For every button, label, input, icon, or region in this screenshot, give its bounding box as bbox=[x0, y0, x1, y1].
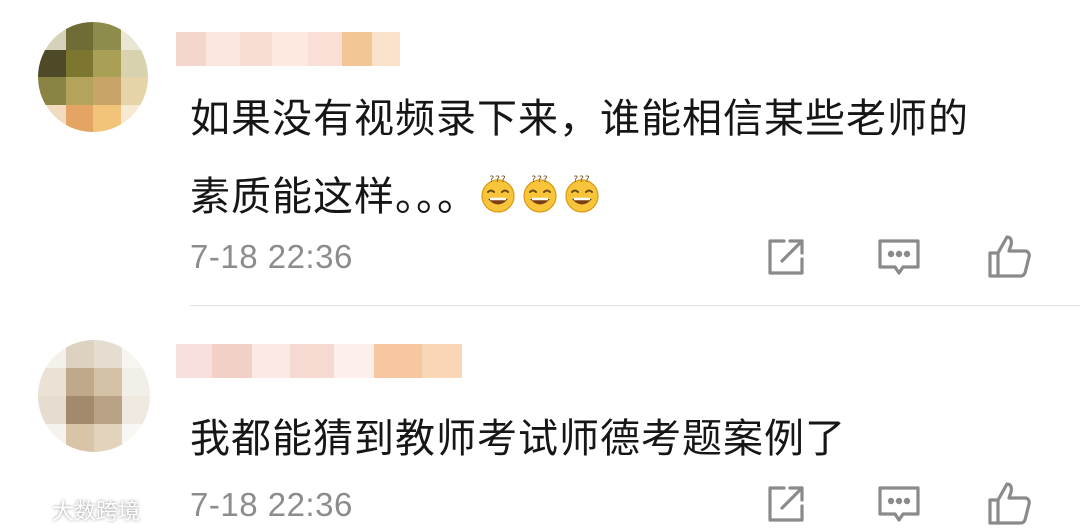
avatar-pixel bbox=[94, 340, 122, 368]
avatar-pixel bbox=[93, 104, 121, 132]
avatar-pixel bbox=[122, 340, 150, 368]
comment-button[interactable] bbox=[875, 233, 923, 281]
username-pixel bbox=[422, 344, 462, 378]
avatar-pixel bbox=[122, 424, 150, 452]
comment-text: 我都能猜到教师考试师德考题案例了 bbox=[190, 400, 1060, 478]
avatar-pixel bbox=[120, 22, 148, 50]
username-pixel bbox=[334, 344, 374, 378]
comment-timestamp: 7-18 22:36 bbox=[190, 238, 353, 275]
avatar-pixel bbox=[65, 77, 93, 105]
avatar[interactable] bbox=[38, 22, 148, 132]
avatar-pixel bbox=[66, 340, 94, 368]
username-pixel bbox=[308, 32, 342, 66]
comment-text-line: 我都能猜到教师考试师德考题案例了 bbox=[190, 416, 846, 462]
svg-text:???: ??? bbox=[531, 175, 548, 185]
svg-text:???: ??? bbox=[573, 175, 590, 185]
share-icon bbox=[768, 486, 804, 522]
avatar-pixel bbox=[38, 368, 66, 396]
comment-timestamp: 7-18 22:36 bbox=[190, 486, 353, 523]
avatar-pixel bbox=[94, 368, 122, 396]
avatar-pixel bbox=[93, 77, 121, 105]
comment-icon bbox=[878, 486, 920, 522]
comment-button[interactable] bbox=[875, 480, 923, 528]
comment-item: 如果没有视频录下来，谁能相信某些老师的 素质能这样。。。 ??? ??? ???… bbox=[0, 0, 1080, 306]
sweat-smile-emoji: ??? bbox=[478, 162, 518, 213]
comment-text: 如果没有视频录下来，谁能相信某些老师的 素质能这样。。。 ??? ??? ??? bbox=[190, 80, 1060, 236]
avatar-pixel bbox=[38, 424, 66, 452]
thumbs-up-icon bbox=[988, 482, 1031, 525]
watermark-text: 大数跨境 bbox=[52, 500, 141, 525]
username-pixel bbox=[252, 344, 290, 378]
avatar-pixel bbox=[65, 49, 93, 77]
share-icon bbox=[768, 239, 804, 275]
avatar-pixel bbox=[94, 396, 122, 424]
watermark-logo-icon bbox=[7, 501, 47, 521]
username-pixel bbox=[342, 32, 372, 66]
thumbs-up-icon bbox=[988, 235, 1031, 278]
username-pixel bbox=[212, 344, 252, 378]
avatar-pixel bbox=[93, 49, 121, 77]
like-button[interactable] bbox=[986, 233, 1034, 281]
username-blurred[interactable] bbox=[176, 32, 400, 66]
avatar-pixel bbox=[38, 77, 66, 105]
avatar-pixel bbox=[66, 368, 94, 396]
avatar-pixel bbox=[93, 22, 121, 50]
avatar-pixel bbox=[38, 340, 66, 368]
username-pixel bbox=[176, 32, 206, 66]
avatar-pixel bbox=[65, 22, 93, 50]
username-pixel bbox=[290, 344, 334, 378]
avatar-pixel bbox=[38, 22, 66, 50]
comment-text-line: 如果没有视频录下来，谁能相信某些老师的 bbox=[190, 96, 969, 142]
comment-icon bbox=[878, 239, 920, 275]
avatar-pixel bbox=[38, 396, 66, 424]
avatar[interactable] bbox=[38, 340, 150, 452]
avatar-pixel bbox=[66, 424, 94, 452]
avatar-pixel bbox=[120, 104, 148, 132]
comment-text-line-2: 素质能这样。。。 ??? ??? ??? bbox=[190, 158, 1060, 236]
avatar-pixel bbox=[65, 104, 93, 132]
svg-text:???: ??? bbox=[489, 175, 506, 185]
username-pixel bbox=[372, 32, 400, 66]
username-pixel bbox=[176, 344, 212, 378]
sweat-smile-emoji: ??? bbox=[562, 162, 602, 213]
avatar-pixel bbox=[94, 424, 122, 452]
share-button[interactable] bbox=[762, 480, 810, 528]
username-pixel bbox=[240, 32, 272, 66]
like-button[interactable] bbox=[986, 480, 1034, 528]
username-pixel bbox=[272, 32, 308, 66]
comment-item: 我都能猜到教师考试师德考题案例了 7-18 22:36 bbox=[0, 306, 1080, 532]
avatar-pixel bbox=[122, 368, 150, 396]
share-button[interactable] bbox=[762, 233, 810, 281]
comment-text-line-part: 素质能这样。。。 bbox=[190, 174, 478, 220]
avatar-pixel bbox=[122, 396, 150, 424]
avatar-pixel bbox=[38, 49, 66, 77]
avatar-pixel bbox=[38, 104, 66, 132]
watermark: 大数跨境 bbox=[4, 494, 140, 526]
avatar-pixel bbox=[120, 77, 148, 105]
username-blurred[interactable] bbox=[176, 344, 462, 378]
username-pixel bbox=[206, 32, 240, 66]
sweat-smile-emoji: ??? bbox=[520, 162, 560, 213]
username-pixel bbox=[374, 344, 422, 378]
avatar-pixel bbox=[66, 396, 94, 424]
emoji-group: ??? ??? ??? bbox=[478, 174, 604, 220]
avatar-pixel bbox=[120, 49, 148, 77]
